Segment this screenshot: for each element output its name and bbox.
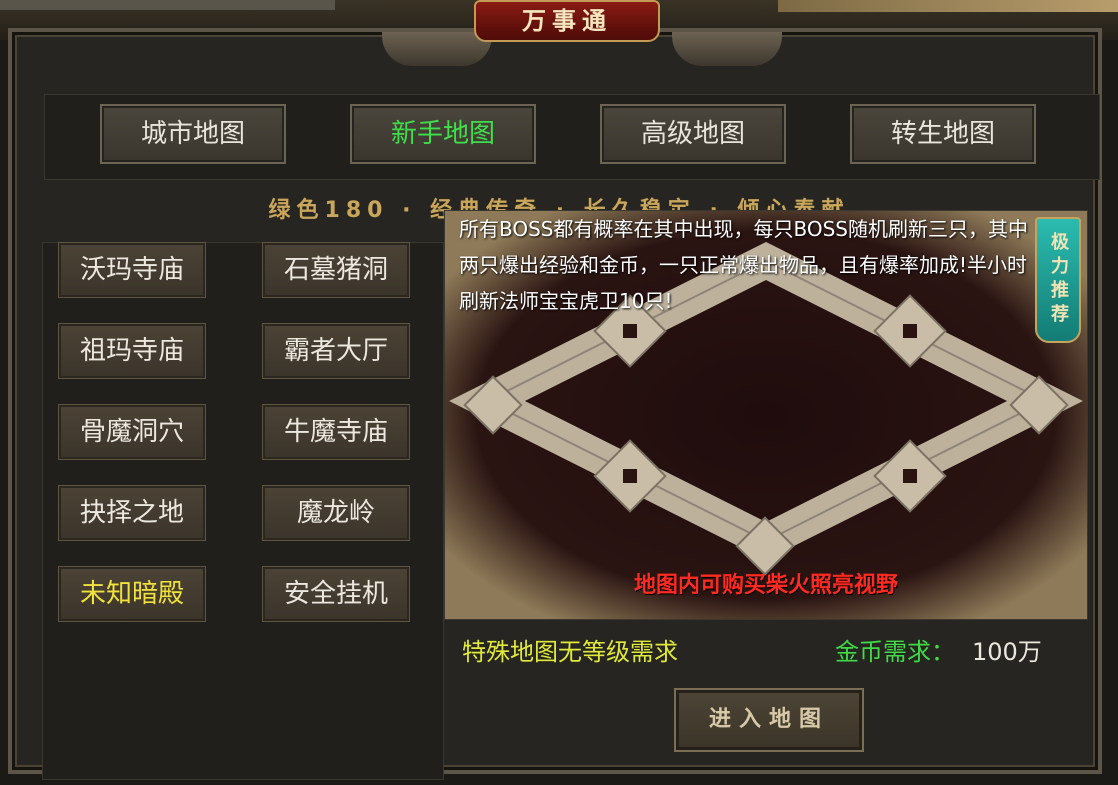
- gold-requirement-label: 金币需求：: [835, 638, 955, 666]
- level-requirement: 特殊地图无等级需求: [462, 638, 678, 666]
- map-button-zuma-temple[interactable]: 祖玛寺庙: [58, 323, 206, 379]
- map-button-stone-tomb[interactable]: 石墓猪洞: [262, 242, 410, 298]
- tab-advanced-map[interactable]: 高级地图: [600, 104, 786, 164]
- map-description: 所有BOSS都有概率在其中出现，每只BOSS随机刷新三只，其中两只爆出经验和金币…: [459, 217, 1029, 313]
- map-button-unknown-dark-palace[interactable]: 未知暗殿: [58, 566, 206, 622]
- window-title: 万事通: [474, 0, 660, 42]
- title-ornament-right: [672, 32, 782, 66]
- map-button-bone-demon-cave[interactable]: 骨魔洞穴: [58, 404, 206, 460]
- map-button-choice-land[interactable]: 抉择之地: [58, 485, 206, 541]
- map-button-safe-afk[interactable]: 安全挂机: [262, 566, 410, 622]
- torch-notice: 地图内可购买柴火照亮视野: [633, 573, 898, 598]
- enter-map-button[interactable]: 进入地图: [674, 688, 864, 752]
- top-strip-left: [0, 0, 335, 10]
- tab-city-map[interactable]: 城市地图: [100, 104, 286, 164]
- gold-requirement-value: 100万: [972, 638, 1042, 666]
- tab-rebirth-map[interactable]: 转生地图: [850, 104, 1036, 164]
- map-preview: 所有BOSS都有概率在其中出现，每只BOSS随机刷新三只，其中两只爆出经验和金币…: [444, 210, 1088, 620]
- recommend-badge: 极力推荐: [1035, 217, 1081, 343]
- map-button-bull-demon-temple[interactable]: 牛魔寺庙: [262, 404, 410, 460]
- top-strip-right: [778, 0, 1118, 12]
- map-button-overlord-hall[interactable]: 霸者大厅: [262, 323, 410, 379]
- map-button-woma-temple[interactable]: 沃玛寺庙: [58, 242, 206, 298]
- tab-newbie-map[interactable]: 新手地图: [350, 104, 536, 164]
- map-button-dragon-ridge[interactable]: 魔龙岭: [262, 485, 410, 541]
